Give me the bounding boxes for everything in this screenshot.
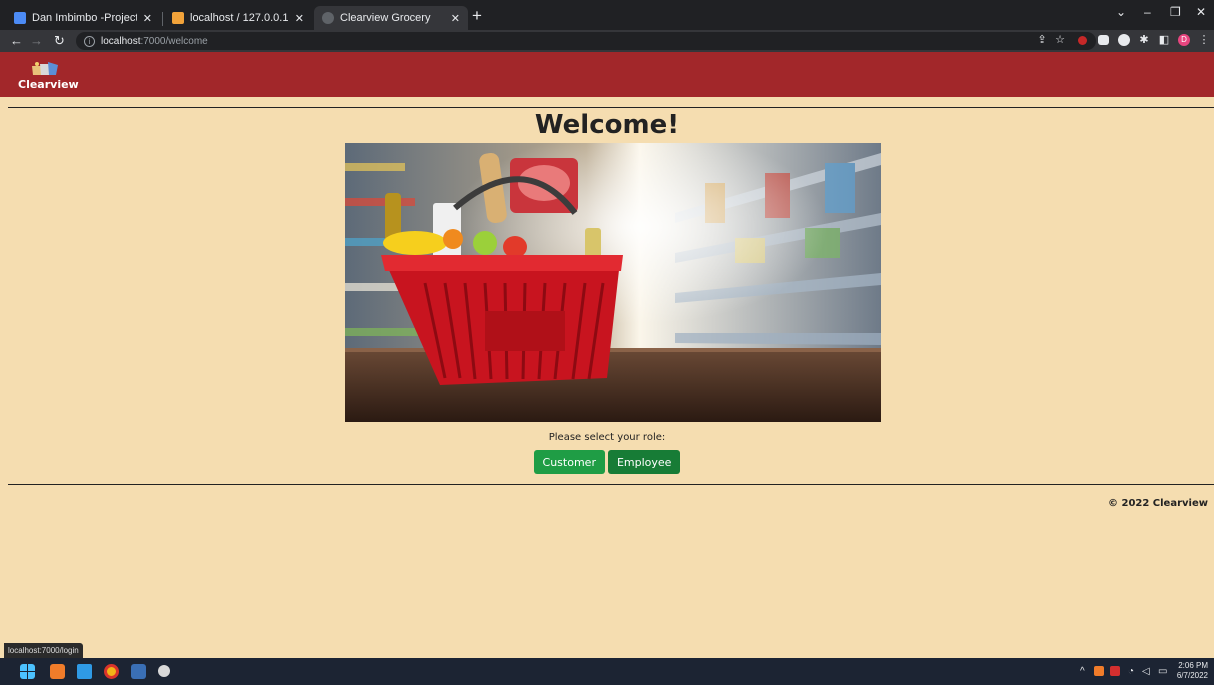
xampp-tray-icon[interactable]: [1094, 666, 1104, 676]
tab-clearview-grocery[interactable]: Clearview Grocery ✕: [314, 6, 468, 30]
divider: [8, 484, 1214, 485]
restore-icon[interactable]: ❐: [1170, 5, 1181, 19]
side-panel-icon[interactable]: ◧: [1158, 34, 1170, 46]
page-viewport: Clearview Welcome! Please select your ro…: [0, 52, 1214, 658]
role-prompt: Please select your role:: [548, 432, 666, 443]
browser-tabstrip: Dan Imbimbo -Project 1- Report ✕ localho…: [0, 0, 1214, 30]
windows-start-icon[interactable]: [20, 664, 35, 679]
new-tab-button[interactable]: +: [472, 6, 482, 26]
close-tab-icon[interactable]: ✕: [451, 12, 460, 25]
extension-icon[interactable]: [1078, 36, 1087, 45]
address-path: :7000/welcome: [140, 35, 208, 47]
wifi-icon[interactable]: ◔: [1128, 665, 1134, 678]
tab-search-icon[interactable]: ⌄: [1116, 5, 1126, 19]
extensions-puzzle-icon[interactable]: ✱: [1138, 34, 1150, 46]
minimize-icon[interactable]: –: [1144, 5, 1151, 19]
xampp-icon[interactable]: [50, 664, 65, 679]
profile-avatar[interactable]: D: [1178, 34, 1190, 46]
extension-icon[interactable]: [1098, 35, 1109, 45]
battery-icon[interactable]: ▭: [1158, 665, 1167, 678]
browser-toolbar: ← → ↻ i localhost :7000/welcome ⇪ ☆ ✱ ◧ …: [0, 30, 1214, 52]
forward-arrow-icon[interactable]: →: [30, 32, 43, 50]
page-title: Welcome!: [534, 110, 680, 140]
share-icon[interactable]: ⇪: [1036, 34, 1048, 46]
clock-time: 2:06 PM: [1178, 661, 1208, 670]
site-navbar: Clearview: [0, 52, 1214, 97]
reload-icon[interactable]: ↻: [54, 32, 65, 50]
docs-icon: [14, 12, 26, 24]
footer-copyright: © 2022 Clearview: [1108, 498, 1208, 509]
role-button-group: Customer Employee: [0, 450, 1214, 474]
tab-divider: [162, 12, 163, 26]
chrome-icon[interactable]: [104, 664, 119, 679]
tab-title: Dan Imbimbo -Project 1- Report: [32, 12, 137, 24]
volume-icon[interactable]: ◁: [1142, 665, 1150, 678]
close-tab-icon[interactable]: ✕: [143, 12, 152, 25]
address-bar[interactable]: i localhost :7000/welcome: [76, 32, 1096, 50]
employee-button[interactable]: Employee: [607, 450, 681, 474]
clock-date: 6/7/2022: [1176, 671, 1208, 680]
vscode-icon[interactable]: [77, 664, 92, 679]
more-menu-icon[interactable]: ⋮: [1198, 34, 1210, 46]
tab-title: Clearview Grocery: [340, 12, 431, 24]
grocery-basket-image: [345, 143, 881, 422]
tab-title: localhost / 127.0.0.1 / clearviewd: [190, 12, 289, 24]
tab-project-report[interactable]: Dan Imbimbo -Project 1- Report ✕: [6, 6, 160, 30]
clearview-logo[interactable]: Clearview: [16, 60, 79, 92]
back-arrow-icon[interactable]: ←: [10, 32, 23, 50]
extension-icon[interactable]: [1118, 34, 1130, 46]
close-tab-icon[interactable]: ✕: [295, 12, 304, 25]
status-bar-url: localhost:7000/login: [4, 643, 83, 658]
grocery-bag-icon: [32, 62, 58, 75]
gitkraken-icon[interactable]: [158, 665, 170, 677]
customer-button[interactable]: Customer: [533, 450, 605, 474]
close-window-icon[interactable]: ✕: [1196, 5, 1206, 19]
brand-name: Clearview: [18, 78, 79, 91]
phpmyadmin-icon: [172, 12, 184, 24]
site-info-icon[interactable]: i: [84, 35, 95, 47]
app-icon[interactable]: [131, 664, 146, 679]
tray-app-icon[interactable]: [1110, 666, 1120, 676]
divider: [8, 107, 1214, 108]
globe-icon: [322, 12, 334, 24]
system-clock[interactable]: 2:06 PM 6/7/2022: [1177, 661, 1208, 681]
bookmark-star-icon[interactable]: ☆: [1054, 34, 1066, 46]
windows-taskbar: ^ ◔ ◁ ▭ 2:06 PM 6/7/2022: [0, 658, 1214, 685]
address-host: localhost: [101, 35, 141, 47]
tab-phpmyadmin[interactable]: localhost / 127.0.0.1 / clearviewd ✕: [164, 6, 312, 30]
show-hidden-icons-chevron-icon[interactable]: ^: [1080, 665, 1085, 678]
